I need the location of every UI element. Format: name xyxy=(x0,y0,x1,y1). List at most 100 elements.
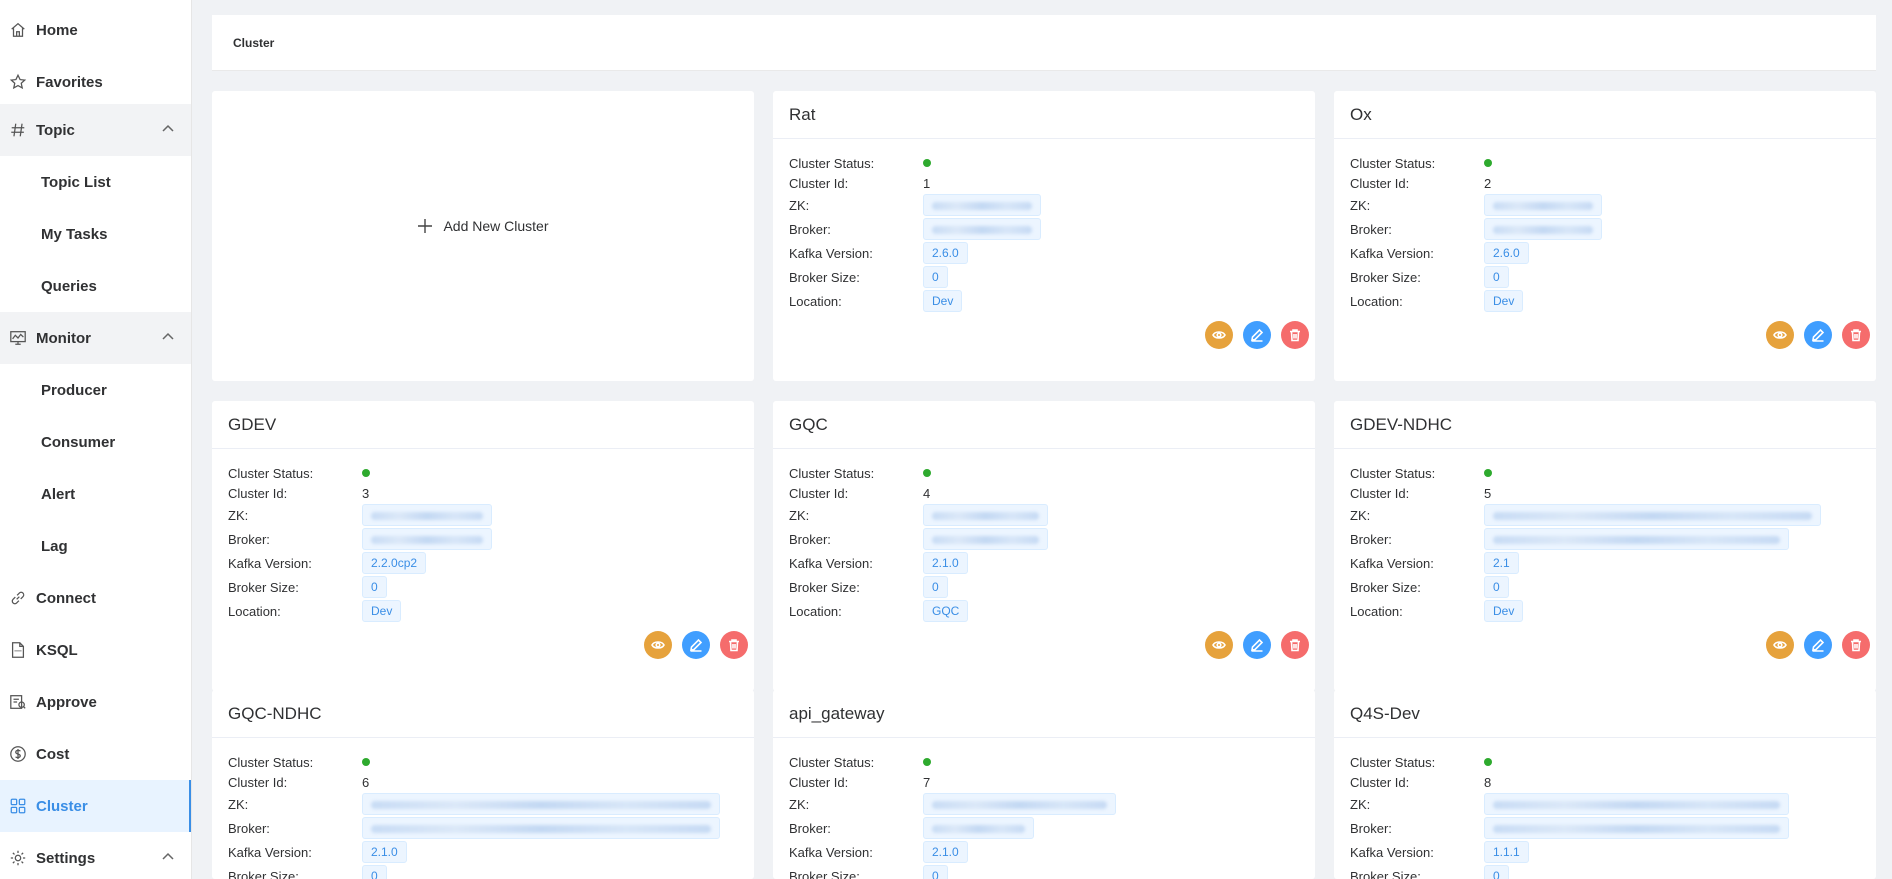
status-label: Cluster Status: xyxy=(228,754,314,770)
kafka-version-label: Kafka Version: xyxy=(1350,555,1434,571)
edit-button[interactable] xyxy=(1804,321,1832,349)
sidebar-item-approve[interactable]: Approve xyxy=(0,676,191,728)
cluster-name: Ox xyxy=(1334,91,1876,139)
view-button[interactable] xyxy=(1205,321,1233,349)
edit-button[interactable] xyxy=(682,631,710,659)
kafka-version-tag: 2.6.0 xyxy=(923,242,968,264)
sidebar-item-label: Cost xyxy=(36,745,70,763)
sidebar-item-label: Settings xyxy=(36,849,96,867)
sidebar-item-label: Home xyxy=(36,21,78,39)
location-label: Location: xyxy=(1350,293,1403,309)
location-tag: Dev xyxy=(923,290,963,312)
sidebar-item-lag[interactable]: Lag xyxy=(0,520,191,572)
pencil-icon xyxy=(1251,328,1264,342)
eye-icon xyxy=(1212,331,1226,339)
view-button[interactable] xyxy=(1766,631,1794,659)
sidebar-item-topic-list[interactable]: Topic List xyxy=(0,156,191,208)
view-button[interactable] xyxy=(644,631,672,659)
kafka-version-label: Kafka Version: xyxy=(789,245,873,261)
delete-button[interactable] xyxy=(1281,631,1309,659)
broker-size-tag: 0 xyxy=(923,266,948,288)
cluster-id: 3 xyxy=(362,485,370,501)
sidebar-item-cost[interactable]: Cost xyxy=(0,728,191,780)
trash-icon xyxy=(1851,329,1861,342)
broker-label: Broker: xyxy=(228,820,270,836)
sidebar-item-label: Topic List xyxy=(41,173,111,191)
status-label: Cluster Status: xyxy=(789,155,875,171)
status-indicator xyxy=(923,758,931,766)
edit-button[interactable] xyxy=(1243,321,1271,349)
id-label: Cluster Id: xyxy=(1350,485,1410,501)
cluster-card: Q4S-Dev Cluster Status: Cluster Id: 8 ZK:… xyxy=(1334,690,1876,879)
sidebar-item-home[interactable]: Home xyxy=(0,0,191,60)
cluster-name: GDEV xyxy=(212,401,754,449)
add-cluster-card[interactable]: Add New Cluster xyxy=(212,91,754,381)
view-button[interactable] xyxy=(1205,631,1233,659)
breadcrumb: Cluster xyxy=(212,15,1876,71)
cluster-name: Q4S-Dev xyxy=(1334,690,1876,738)
chevron-up-icon xyxy=(161,122,177,138)
pencil-icon xyxy=(690,638,703,652)
kafka-version-tag: 2.1.0 xyxy=(923,552,968,574)
sidebar-item-label: Connect xyxy=(36,589,96,607)
broker-size-tag: 0 xyxy=(362,576,387,598)
sidebar-item-cluster[interactable]: Cluster xyxy=(0,780,191,832)
pencil-icon xyxy=(1812,638,1825,652)
broker-size-tag: 0 xyxy=(1484,576,1509,598)
location-label: Location: xyxy=(1350,603,1403,619)
sidebar-item-consumer[interactable]: Consumer xyxy=(0,416,191,468)
hash-icon xyxy=(8,120,28,140)
pencil-icon xyxy=(1812,328,1825,342)
sidebar-item-topic[interactable]: Topic xyxy=(0,104,191,156)
kafka-version-label: Kafka Version: xyxy=(228,555,312,571)
edit-button[interactable] xyxy=(1243,631,1271,659)
eye-icon xyxy=(1773,641,1787,649)
sidebar-item-monitor[interactable]: Monitor xyxy=(0,312,191,364)
delete-button[interactable] xyxy=(1842,631,1870,659)
cluster-card: Ox Cluster Status: Cluster Id: 2 ZK: Brok… xyxy=(1334,91,1876,381)
broker-label: Broker: xyxy=(228,531,270,547)
cluster-name: Rat xyxy=(773,91,1315,139)
broker-size-label: Broker Size: xyxy=(228,868,299,879)
sidebar-item-label: Favorites xyxy=(36,73,103,91)
zk-label: ZK: xyxy=(1350,507,1371,523)
cluster-card: GDEV-NDHC Cluster Status: Cluster Id: 5 Z… xyxy=(1334,401,1876,691)
delete-button[interactable] xyxy=(720,631,748,659)
star-icon xyxy=(8,72,28,92)
cluster-id: 6 xyxy=(362,774,370,790)
cluster-id: 5 xyxy=(1484,485,1492,501)
sidebar-item-alert[interactable]: Alert xyxy=(0,468,191,520)
sidebar-item-ksql[interactable]: KSQL xyxy=(0,624,191,676)
kafka-version-tag: 1.1.1 xyxy=(1484,841,1529,863)
delete-button[interactable] xyxy=(1281,321,1309,349)
broker-value-redacted xyxy=(1484,528,1789,550)
kafka-version-tag: 2.1.0 xyxy=(923,841,968,863)
location-tag: Dev xyxy=(1484,290,1524,312)
view-button[interactable] xyxy=(1766,321,1794,349)
approve-icon xyxy=(8,692,28,712)
zk-label: ZK: xyxy=(228,796,249,812)
dollar-icon xyxy=(8,744,28,764)
page-title: Cluster xyxy=(233,35,275,50)
status-label: Cluster Status: xyxy=(789,754,875,770)
sidebar-item-my-tasks[interactable]: My Tasks xyxy=(0,208,191,260)
id-label: Cluster Id: xyxy=(1350,175,1410,191)
sidebar-item-queries[interactable]: Queries xyxy=(0,260,191,312)
status-indicator xyxy=(362,758,370,766)
zk-value-redacted xyxy=(1484,504,1821,526)
sidebar-item-connect[interactable]: Connect xyxy=(0,572,191,624)
kafka-version-label: Kafka Version: xyxy=(1350,844,1434,860)
trash-icon xyxy=(729,639,739,652)
sidebar-item-label: KSQL xyxy=(36,641,78,659)
broker-value-redacted xyxy=(362,528,492,550)
cluster-id: 4 xyxy=(923,485,931,501)
sidebar-item-settings[interactable]: Settings xyxy=(0,832,191,879)
sidebar-item-favorites[interactable]: Favorites xyxy=(0,60,191,104)
edit-button[interactable] xyxy=(1804,631,1832,659)
location-tag: Dev xyxy=(1484,600,1524,622)
status-label: Cluster Status: xyxy=(1350,754,1436,770)
delete-button[interactable] xyxy=(1842,321,1870,349)
kafka-version-label: Kafka Version: xyxy=(789,844,873,860)
sidebar-item-label: Alert xyxy=(41,485,76,503)
sidebar-item-producer[interactable]: Producer xyxy=(0,364,191,416)
